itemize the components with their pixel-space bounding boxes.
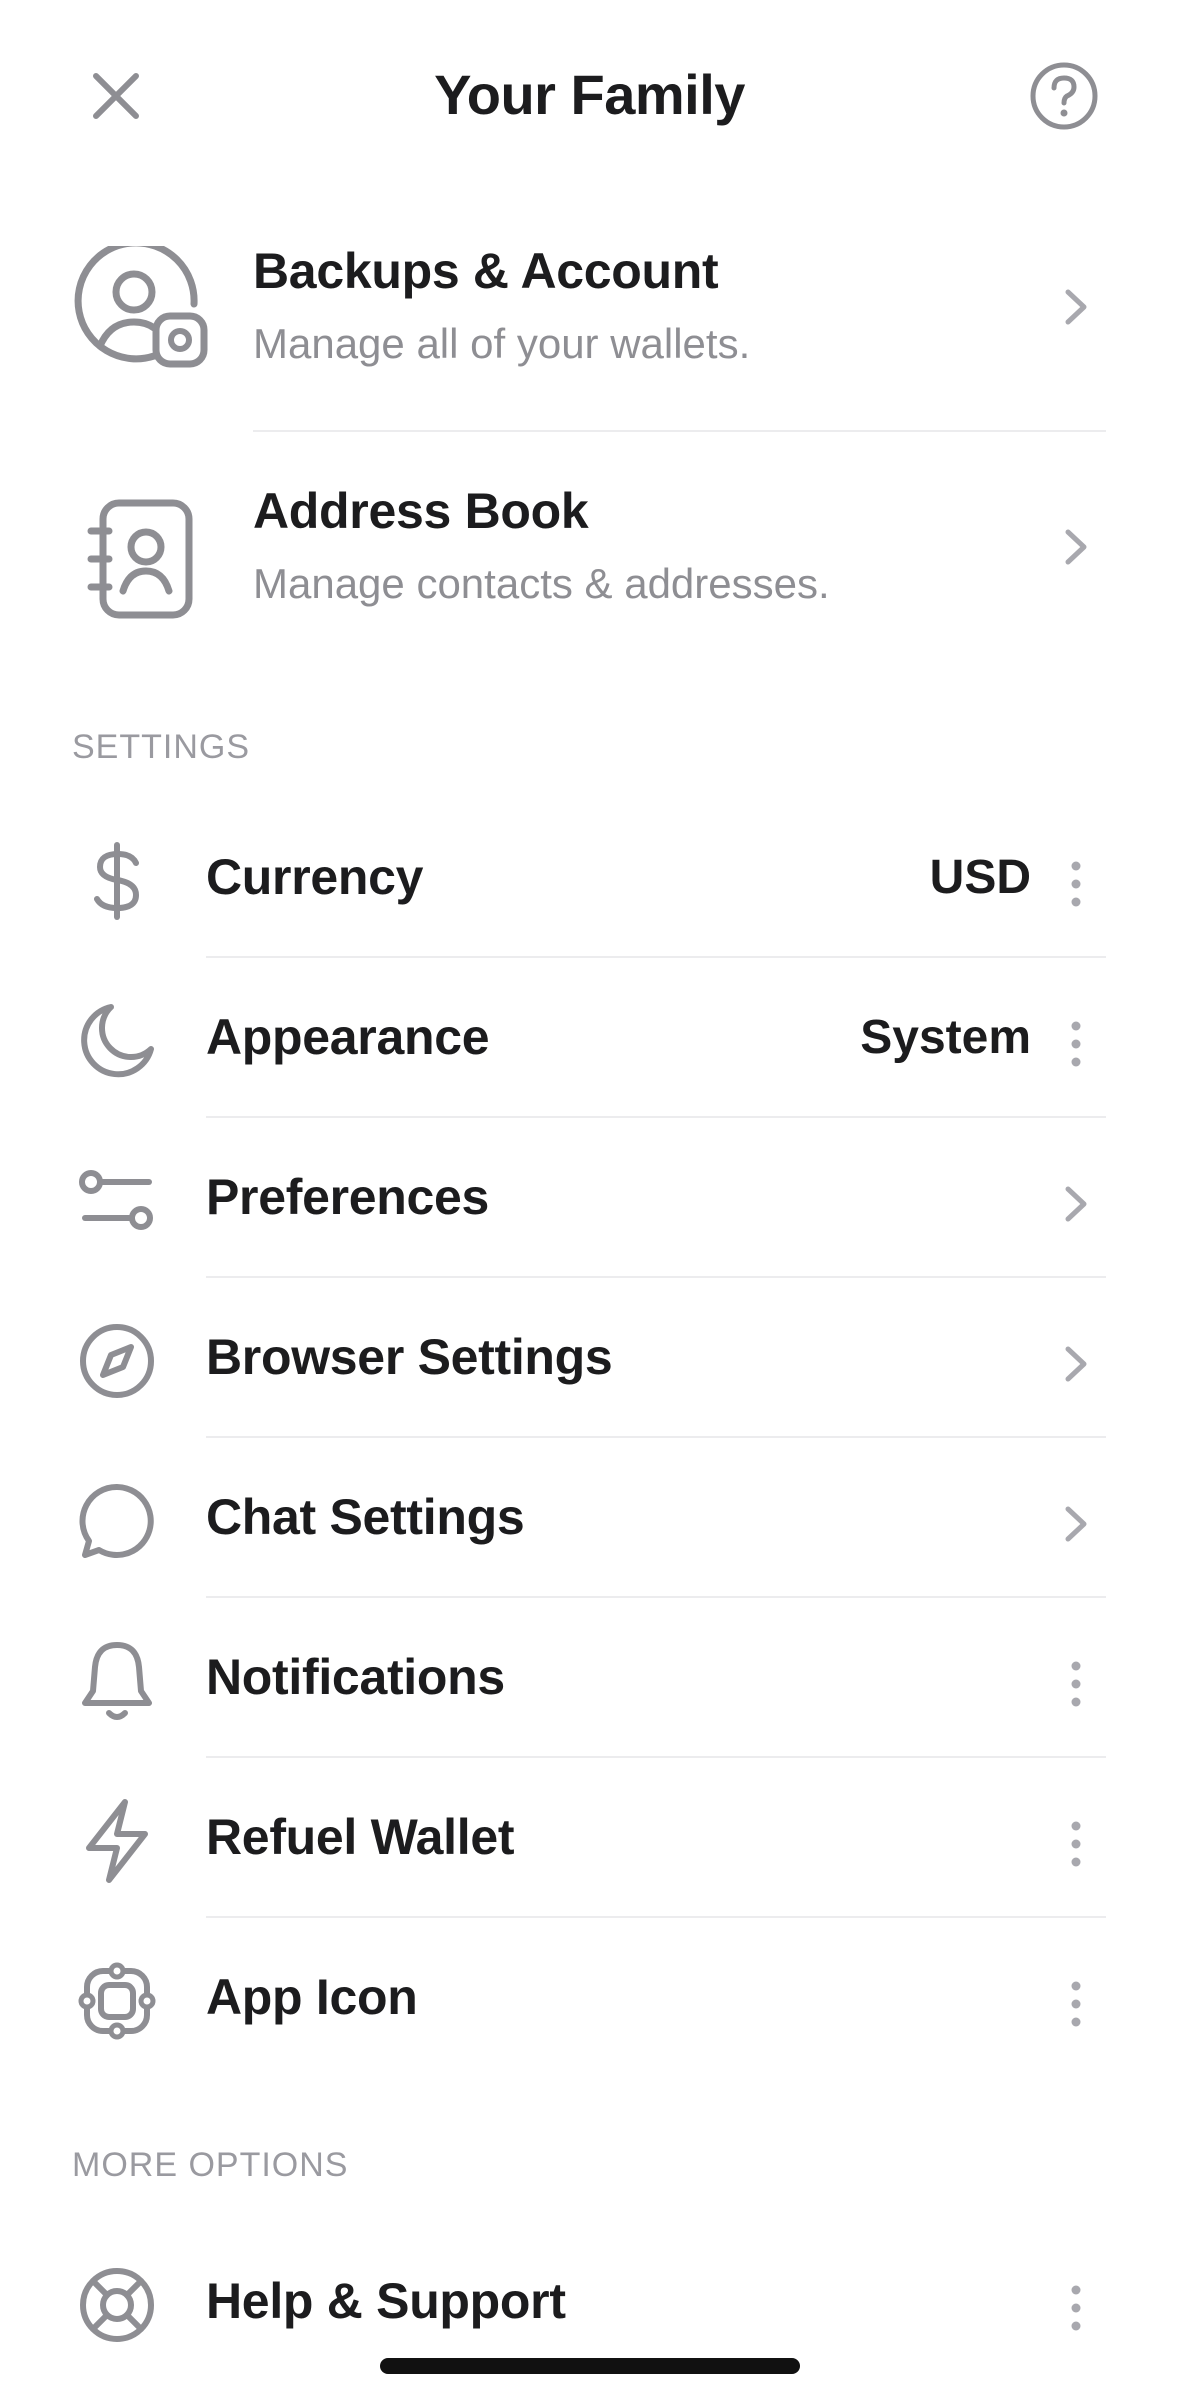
- chat-bubble-icon: [72, 1476, 162, 1566]
- notifications-more-button[interactable]: [1046, 1654, 1106, 1714]
- backups-account-card[interactable]: Backups & Account Manage all of your wal…: [0, 242, 1179, 482]
- browser-settings-chevron: [1046, 1334, 1106, 1394]
- more-icon: [1071, 1021, 1081, 1067]
- preferences-label: Preferences: [206, 1169, 490, 1225]
- currency-more-button[interactable]: [1046, 854, 1106, 914]
- more-icon: [1071, 861, 1081, 907]
- browser-settings-label: Browser Settings: [206, 1329, 613, 1385]
- home-indicator[interactable]: [380, 2358, 800, 2374]
- compass-icon: [72, 1316, 162, 1406]
- page-title: Your Family: [434, 63, 745, 126]
- appearance-label: Appearance: [206, 1009, 490, 1065]
- backups-account-subtitle: Manage all of your wallets.: [253, 320, 751, 367]
- chevron-right-icon: [1065, 1346, 1087, 1382]
- setting-row-refuel-wallet[interactable]: Refuel Wallet: [0, 1758, 1179, 1918]
- setting-row-preferences[interactable]: Preferences: [0, 1118, 1179, 1278]
- chevron-right-icon: [1065, 289, 1087, 325]
- chat-settings-chevron: [1046, 1494, 1106, 1554]
- dollar-icon: [72, 836, 162, 926]
- chevron-right-icon: [1065, 1186, 1087, 1222]
- help-support-label: Help & Support: [206, 2273, 566, 2329]
- appearance-value: System: [860, 1011, 1031, 1064]
- more-icon: [1071, 1661, 1081, 1707]
- appearance-more-button[interactable]: [1046, 1014, 1106, 1074]
- user-gear-icon: [72, 246, 212, 386]
- preferences-chevron: [1046, 1174, 1106, 1234]
- sliders-icon: [72, 1156, 162, 1246]
- lightning-icon: [72, 1796, 162, 1886]
- chevron-right-icon: [1065, 529, 1087, 565]
- setting-row-browser-settings[interactable]: Browser Settings: [0, 1278, 1179, 1438]
- address-book-title: Address Book: [253, 483, 589, 539]
- notifications-label: Notifications: [206, 1649, 505, 1705]
- header: Your Family: [0, 0, 1179, 190]
- help-button[interactable]: [1020, 52, 1108, 140]
- bell-icon: [72, 1636, 162, 1726]
- setting-row-chat-settings[interactable]: Chat Settings: [0, 1438, 1179, 1598]
- more-icon: [1071, 2285, 1081, 2331]
- more-icon: [1071, 1981, 1081, 2027]
- refuel-wallet-label: Refuel Wallet: [206, 1809, 515, 1865]
- close-button[interactable]: [72, 52, 160, 140]
- app-icon-label: App Icon: [206, 1969, 418, 2025]
- contact-book-icon: [72, 490, 212, 630]
- settings-section-label: SETTINGS: [72, 728, 251, 766]
- more-icon: [1071, 1821, 1081, 1867]
- moon-icon: [72, 996, 162, 1086]
- chevron-right-icon: [1065, 1506, 1087, 1542]
- refuel-wallet-more-button[interactable]: [1046, 1814, 1106, 1874]
- setting-row-appearance[interactable]: Appearance System: [0, 958, 1179, 1118]
- help-support-more-button[interactable]: [1046, 2278, 1106, 2338]
- lifebuoy-icon: [72, 2260, 162, 2350]
- setting-row-notifications[interactable]: Notifications: [0, 1598, 1179, 1758]
- currency-label: Currency: [206, 849, 424, 905]
- card-divider: [253, 430, 1106, 432]
- setting-row-app-icon[interactable]: App Icon: [0, 1918, 1179, 2077]
- backups-account-title: Backups & Account: [253, 243, 719, 299]
- currency-value: USD: [929, 851, 1031, 904]
- app-icon-icon: [72, 1956, 162, 2046]
- setting-row-currency[interactable]: Currency USD: [0, 798, 1179, 958]
- address-book-subtitle: Manage contacts & addresses.: [253, 560, 830, 607]
- app-icon-more-button[interactable]: [1046, 1974, 1106, 2034]
- question-mark-circle-icon: [1030, 62, 1098, 130]
- more-options-section-label: MORE OPTIONS: [72, 2146, 349, 2184]
- chat-settings-label: Chat Settings: [206, 1489, 525, 1545]
- close-icon: [93, 73, 139, 119]
- settings-screen: Your Family Backups & Account Manage all…: [0, 0, 1179, 2396]
- address-book-card[interactable]: Address Book Manage contacts & addresses…: [0, 482, 1179, 722]
